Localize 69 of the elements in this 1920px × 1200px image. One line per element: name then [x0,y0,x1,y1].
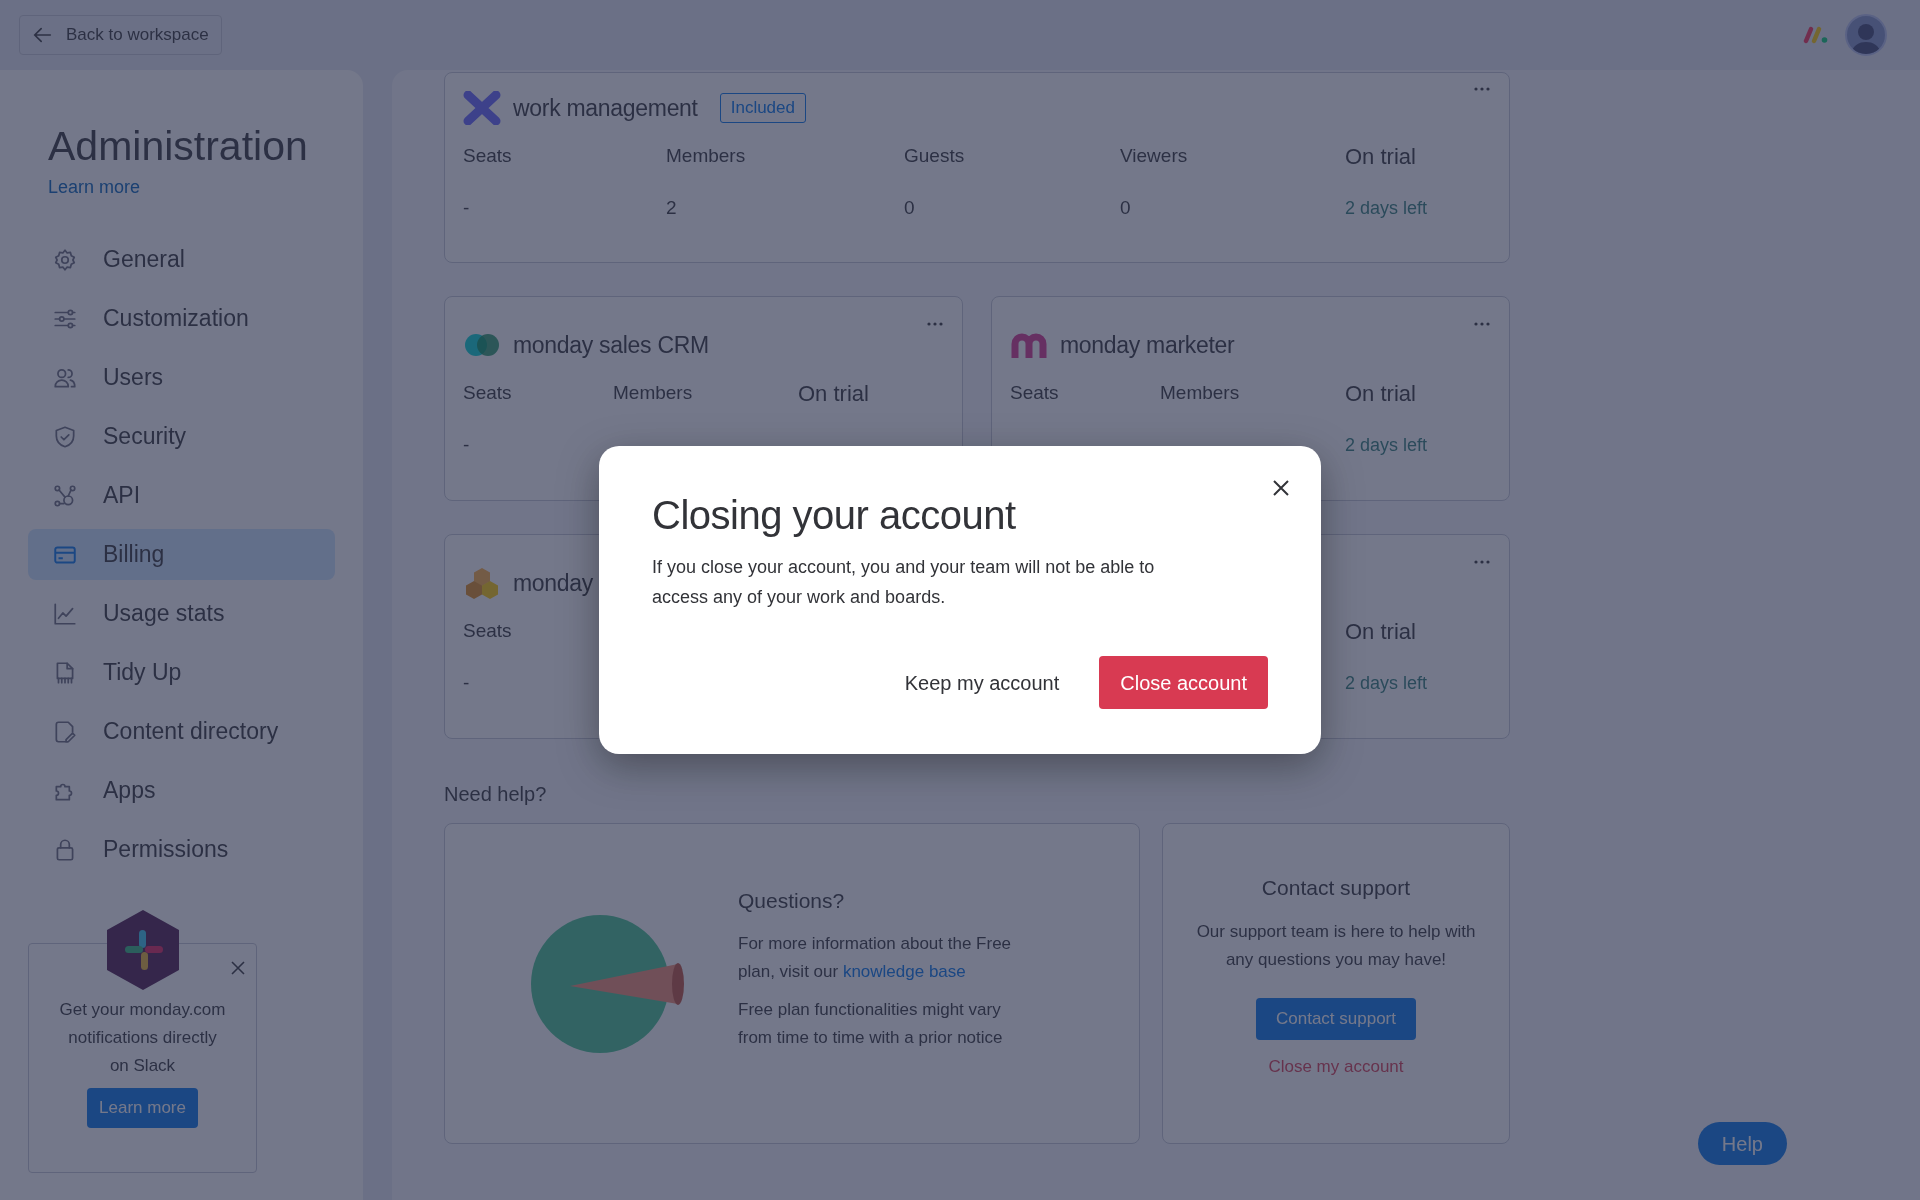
nodes-icon [52,482,78,509]
column-label: Guests [904,143,966,168]
close-account-button[interactable]: Close account [1099,656,1268,709]
more-icon[interactable] [1473,86,1491,92]
questions-title: Questions? [738,887,846,914]
column-label: Seats [463,618,513,643]
promo-text: Get your monday.com notifications directly on Slack [58,999,227,1077]
logo-icon[interactable] [1803,26,1829,44]
column-value: 0 [1120,195,1132,220]
column-value: - [463,432,471,457]
product-name: monday marketer [1060,330,1235,360]
column-label: Seats [1010,380,1060,405]
column-value: 2 [666,195,678,220]
chart-icon [52,600,78,627]
column-value: 0 [904,195,916,220]
page-title: Administration [48,122,309,170]
column-label: Seats [463,380,513,405]
sidebar-item[interactable]: Security [28,411,335,462]
contact-text: Our support team is here to help with any questions you may have! [1195,920,1477,971]
column-label: Seats [463,143,513,168]
more-icon[interactable] [1473,321,1491,327]
sidebar-item[interactable]: Apps [28,765,335,816]
sidebar-item[interactable]: Customization [28,293,335,344]
product-logo-icon [463,566,501,600]
knowledge-base-link[interactable]: knowledge base [842,962,966,982]
help-button[interactable]: Help [1697,1122,1787,1165]
sidebar-item[interactable]: General [28,234,335,285]
more-icon[interactable] [1473,559,1491,565]
close-icon[interactable] [1272,479,1290,497]
section-heading: Need help? [444,782,548,807]
trial-days-left: 2 days left [1345,671,1429,695]
learn-more-button[interactable]: Learn more [87,1088,198,1128]
column-label: Members [613,380,694,405]
back-button[interactable]: Back to workspace [19,15,222,55]
avatar[interactable] [1845,14,1887,56]
plan-status: On trial [798,379,870,408]
trial-days-left: 2 days left [1345,196,1429,220]
product-name: monday [513,568,594,598]
column-value: - [463,195,471,220]
plan-status: On trial [1345,379,1417,408]
plan-status: On trial [1345,142,1417,171]
column-label: Members [666,143,747,168]
learn-more-link[interactable]: Learn more [48,174,141,201]
included-badge: Included [719,93,806,123]
column-label: Viewers [1120,143,1189,168]
contact-support-button[interactable]: Contact support [1256,997,1416,1040]
plan-status: On trial [1345,617,1417,646]
contact-title: Contact support [1261,875,1411,901]
column-value: - [463,670,471,695]
keep-account-button[interactable]: Keep my account [888,656,1076,709]
sidebar-item[interactable]: Tidy Up [28,647,335,698]
product-name: work management [513,93,698,123]
dialog-title: Closing your account [652,492,1017,538]
note-text: Free plan functionalities might vary from time to time with a prior notice [738,999,1004,1050]
sidebar-item[interactable]: Content directory [28,706,335,757]
sidebar-item[interactable]: Usage stats [28,588,335,639]
sidebar-item[interactable]: Permissions [28,824,335,875]
document-pencil-icon [52,718,78,745]
sidebar-item[interactable]: Billing [28,529,335,580]
column-label: Members [1160,380,1241,405]
trial-days-left: 2 days left [1345,433,1429,457]
product-name: monday sales CRM [513,330,709,360]
dialog-message: If you close your account, you and your team will not be able to access any of your work and boards. [652,556,1156,609]
product-logo-icon [463,91,501,125]
close-account-link[interactable]: Close my account [1268,1053,1404,1079]
sidebar-item[interactable]: API [28,470,335,521]
more-icon[interactable] [926,321,944,327]
sidebar-item[interactable]: Users [28,352,335,403]
info-text: For more information about the Free plan, visit our knowledge base [738,933,1013,984]
